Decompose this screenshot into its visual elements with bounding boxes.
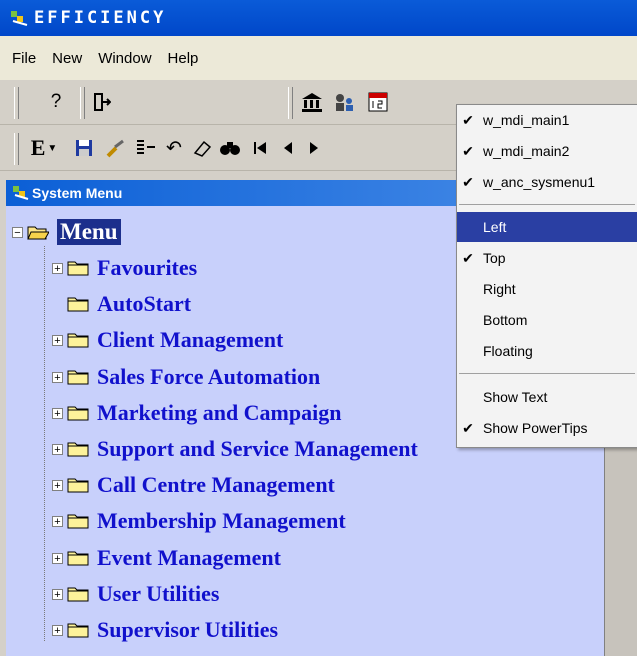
folder-icon [67, 514, 89, 529]
menu-window[interactable]: Window [90, 50, 159, 67]
expand-icon[interactable]: + [52, 588, 63, 600]
menu-new[interactable]: New [44, 50, 90, 67]
tree-item[interactable]: + Client Management [52, 325, 283, 355]
folder-icon [67, 370, 89, 385]
brush-icon[interactable] [102, 134, 130, 162]
tree-item-label: Marketing and Campaign [97, 400, 342, 425]
system-menu-title: System Menu [32, 185, 123, 201]
folder-icon [67, 297, 89, 312]
menu-item-window[interactable]: ✔ w_mdi_main2 [457, 136, 637, 166]
check-icon: ✔ [462, 111, 474, 128]
menu-item-bottom[interactable]: Bottom [457, 305, 637, 335]
tree-item-label: Support and Service Management [97, 436, 418, 461]
tree-root[interactable]: − Menu [12, 217, 121, 247]
menu-bar: File New Window Help [0, 36, 637, 80]
folder-open-icon [27, 226, 49, 240]
tree-item[interactable]: + Favourites [52, 253, 197, 283]
menu-item-top[interactable]: ✔ Top [457, 243, 637, 273]
tree-item-label: Supervisor Utilities [97, 617, 279, 642]
tree-item[interactable]: + Supervisor Utilities [52, 615, 278, 645]
tree-item[interactable]: + Support and Service Management [52, 434, 418, 464]
tree-item[interactable]: + Sales Force Automation [52, 362, 320, 392]
undo-icon[interactable]: ↶ [160, 134, 188, 162]
expand-icon[interactable]: + [52, 624, 63, 636]
help-icon[interactable]: ? [42, 88, 70, 116]
tree-item-label: Sales Force Automation [97, 364, 321, 389]
folder-icon [67, 623, 89, 638]
check-icon: ✔ [462, 142, 474, 159]
check-icon: ✔ [462, 173, 474, 190]
toolbar-separator [14, 87, 19, 119]
menu-item-left[interactable]: Left [457, 212, 637, 242]
folder-icon [67, 478, 89, 493]
expand-icon[interactable]: + [52, 262, 63, 274]
next-icon[interactable] [300, 134, 328, 162]
list-icon[interactable] [132, 134, 160, 162]
check-icon: ✔ [462, 419, 474, 436]
menu-file[interactable]: File [0, 50, 44, 67]
tree-item-label: AutoStart [97, 291, 192, 316]
folder-icon [67, 442, 89, 457]
menu-item-floating[interactable]: Floating [457, 336, 637, 366]
tree-item[interactable]: + Membership Management [52, 506, 346, 536]
tree-item[interactable]: + Call Centre Management [52, 470, 335, 500]
menu-item-right[interactable]: Right [457, 274, 637, 304]
menu-help[interactable]: Help [160, 50, 207, 67]
exit-icon[interactable] [88, 88, 116, 116]
expand-icon[interactable]: + [52, 552, 63, 564]
tree-item-label: Membership Management [97, 508, 346, 533]
title-bar: EFFICIENCY [0, 0, 637, 36]
eraser-icon[interactable] [188, 134, 216, 162]
expand-icon[interactable]: + [52, 407, 63, 419]
folder-icon [67, 261, 89, 276]
tree-item[interactable]: + User Utilities [52, 579, 219, 609]
font-icon[interactable]: E ▼ [24, 134, 64, 162]
toolbar-context-menu: ✔ w_mdi_main1 ✔ w_mdi_main2 ✔ w_anc_sysmenu… [456, 104, 637, 448]
expand-icon[interactable]: + [52, 515, 63, 527]
toolbar-separator [14, 133, 19, 165]
check-icon: ✔ [462, 249, 474, 266]
find-icon[interactable] [216, 134, 244, 162]
menu-separator [459, 373, 635, 374]
tree-root-label: Menu [57, 219, 121, 245]
first-icon[interactable] [246, 134, 274, 162]
users-icon[interactable] [330, 88, 358, 116]
tree-item[interactable]: + Marketing and Campaign [52, 398, 341, 428]
folder-icon [67, 406, 89, 421]
menu-item-show-text[interactable]: Show Text [457, 382, 637, 412]
expand-icon[interactable]: + [52, 479, 63, 491]
tree-connector-line [44, 246, 46, 641]
calendar-icon[interactable] [364, 88, 392, 116]
folder-icon [67, 333, 89, 348]
menu-separator [459, 204, 635, 205]
folder-icon [67, 587, 89, 602]
bank-icon[interactable] [298, 88, 326, 116]
prev-icon[interactable] [274, 134, 302, 162]
expand-icon[interactable]: + [52, 371, 63, 383]
tree-item-label: Event Management [97, 545, 281, 570]
tree-item-label: User Utilities [97, 581, 220, 606]
menu-item-window[interactable]: ✔ w_anc_sysmenu1 [457, 167, 637, 197]
expand-icon[interactable]: + [52, 443, 63, 455]
tree-item-label: Call Centre Management [97, 472, 335, 497]
tree-item[interactable]: + Event Management [52, 543, 281, 573]
menu-item-show-powertips[interactable]: ✔ Show PowerTips [457, 413, 637, 443]
tree-item[interactable]: AutoStart [52, 289, 191, 319]
collapse-icon[interactable]: − [12, 226, 23, 238]
folder-icon [67, 551, 89, 566]
tree-item-label: Favourites [97, 255, 198, 280]
save-icon[interactable] [70, 134, 98, 162]
toolbar-separator [288, 87, 293, 119]
app-logo-icon [8, 7, 30, 29]
menu-item-window[interactable]: ✔ w_mdi_main1 [457, 105, 637, 135]
system-menu-icon [10, 185, 32, 201]
app-title: EFFICIENCY [34, 8, 167, 28]
tree-item-label: Client Management [97, 327, 284, 352]
expand-icon[interactable]: + [52, 334, 63, 346]
toolbar-separator [80, 87, 85, 119]
